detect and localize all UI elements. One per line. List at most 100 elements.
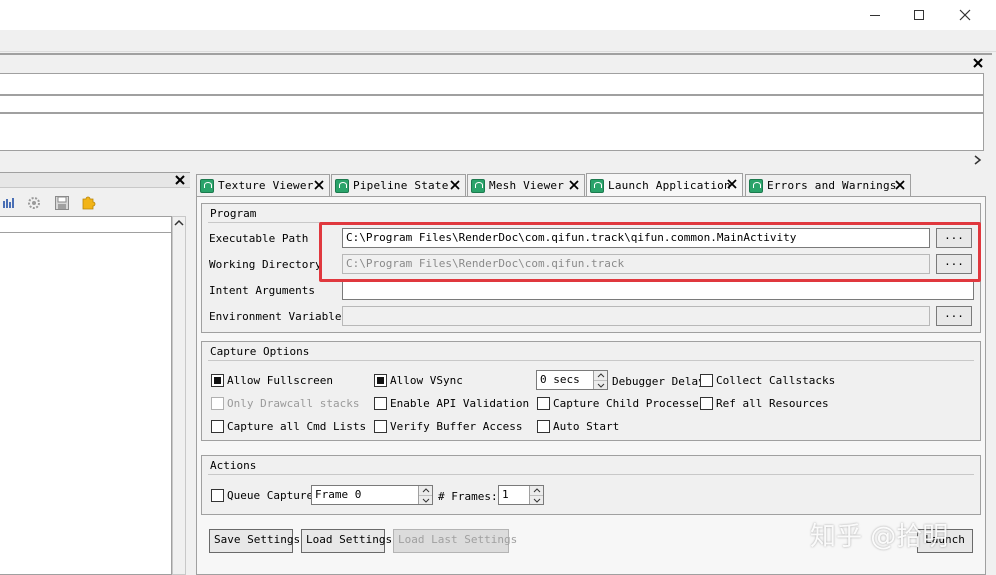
tab-launch-application[interactable]: Launch Application	[586, 173, 743, 197]
checkbox-label: Allow Fullscreen	[227, 374, 333, 387]
minimize-icon[interactable]	[852, 2, 898, 28]
checkbox-unchecked-icon	[211, 489, 224, 502]
checkbox-unchecked-icon	[700, 397, 713, 410]
settings-gear-icon[interactable]	[26, 195, 42, 211]
executable-browse-button[interactable]: ...	[936, 228, 972, 248]
spinner-value: 1	[502, 488, 509, 501]
group-divider	[208, 222, 974, 223]
checkbox-label: Capture Child Processes	[553, 397, 706, 410]
intent-arguments-input[interactable]	[342, 280, 974, 300]
panel-close-icon[interactable]	[174, 174, 186, 186]
bookmark-puzzle-icon[interactable]	[80, 194, 96, 210]
tab-label: Pipeline State	[353, 179, 449, 192]
event-list-header	[0, 217, 171, 233]
debugger-delay-spinner[interactable]: 0 secs	[536, 370, 608, 390]
queue-frame-spinner[interactable]: Frame 0	[311, 485, 433, 505]
environment-variables-browse-button[interactable]: ...	[936, 306, 972, 326]
collect-callstacks-checkbox[interactable]: Collect Callstacks	[700, 374, 835, 387]
group-divider	[208, 360, 974, 361]
tab-mesh-viewer[interactable]: Mesh Viewer	[467, 174, 585, 196]
checkbox-label: Collect Callstacks	[716, 374, 836, 387]
verify-buffer-access-checkbox[interactable]: Verify Buffer Access	[374, 420, 522, 433]
tab-texture-viewer[interactable]: Texture Viewer	[196, 174, 330, 196]
capture-all-cmd-lists-checkbox[interactable]: Capture all Cmd Lists	[211, 420, 366, 433]
watermark-text: 知乎 @拾明	[810, 522, 949, 552]
timeline-icon[interactable]	[2, 195, 16, 209]
checkbox-label: Ref all Resources	[716, 397, 829, 410]
allow-vsync-checkbox[interactable]: Allow VSync	[374, 374, 463, 387]
tab-label: Launch Application	[608, 179, 731, 192]
ref-all-resources-checkbox[interactable]: Ref all Resources	[700, 397, 829, 410]
tab-pipeline-state[interactable]: Pipeline State	[331, 174, 466, 196]
only-drawcall-stacks-checkbox: Only Drawcall stacks	[211, 397, 359, 410]
executable-path-label: Executable Path	[209, 232, 309, 245]
timeline-row	[0, 113, 984, 151]
group-title: Actions	[210, 459, 257, 472]
launch-application-icon	[590, 178, 604, 193]
program-group: Program Executable Path C:\Program Files…	[201, 203, 981, 333]
chevron-down-icon[interactable]	[419, 495, 432, 504]
chevron-up-icon[interactable]	[419, 486, 432, 495]
title-bar	[0, 0, 996, 30]
scroll-up-icon[interactable]	[174, 218, 184, 228]
checkbox-label: Only Drawcall stacks	[227, 397, 360, 410]
spinner-buttons[interactable]	[529, 486, 543, 504]
chevron-up-icon[interactable]	[594, 371, 607, 380]
tab-label: Mesh Viewer	[489, 179, 565, 192]
chevron-down-icon[interactable]	[594, 380, 607, 389]
tab-close-icon[interactable]	[449, 179, 461, 191]
chevron-up-icon[interactable]	[530, 486, 543, 495]
frames-count-spinner[interactable]: 1	[498, 485, 544, 505]
event-list[interactable]	[0, 216, 172, 575]
timeline-row	[0, 95, 984, 113]
capture-options-group: Capture Options Allow Fullscreen Only Dr…	[201, 341, 981, 441]
spinner-buttons[interactable]	[418, 486, 432, 504]
debugger-delay-label: Debugger Delay	[612, 375, 705, 388]
maximize-icon[interactable]	[896, 2, 942, 28]
checkbox-checked-icon	[374, 374, 387, 387]
working-directory-input[interactable]: C:\Program Files\RenderDoc\com.qifun.tra…	[342, 254, 930, 274]
checkbox-unchecked-icon	[211, 397, 224, 410]
tab-close-icon[interactable]	[726, 178, 738, 190]
environment-variables-label: Environment Variables	[209, 310, 349, 323]
errors-and-warnings-icon	[749, 178, 763, 193]
spinner-value: Frame 0	[315, 488, 362, 501]
spinner-buttons[interactable]	[593, 371, 607, 389]
queue-capture-checkbox[interactable]: Queue Capture	[211, 489, 313, 502]
allow-fullscreen-checkbox[interactable]: Allow Fullscreen	[211, 374, 333, 387]
tab-close-icon[interactable]	[313, 179, 325, 191]
checkbox-label: Queue Capture	[227, 489, 314, 502]
enable-api-validation-checkbox[interactable]: Enable API Validation	[374, 397, 529, 410]
executable-path-input[interactable]: C:\Program Files\RenderDoc\com.qifun.tra…	[342, 228, 930, 248]
save-settings-button[interactable]: Save Settings	[209, 529, 300, 553]
tab-close-icon[interactable]	[568, 179, 580, 191]
checkbox-label: Allow VSync	[390, 374, 463, 387]
tab-label: Texture Viewer	[218, 179, 314, 192]
checkbox-label: Verify Buffer Access	[390, 420, 523, 433]
working-directory-browse-button[interactable]: ...	[936, 254, 972, 274]
group-title: Program	[210, 207, 257, 220]
menu-bar	[0, 30, 996, 52]
checkbox-label: Capture all Cmd Lists	[227, 420, 367, 433]
checkbox-unchecked-icon	[211, 420, 224, 433]
close-icon[interactable]	[942, 2, 988, 28]
top-panel	[0, 53, 992, 167]
checkbox-label: Auto Start	[553, 420, 620, 433]
group-title: Capture Options	[210, 345, 310, 358]
load-settings-button[interactable]: Load Settings	[301, 529, 392, 553]
event-list-scrollbar[interactable]	[172, 216, 186, 575]
scroll-right-icon[interactable]	[972, 154, 984, 166]
texture-viewer-icon	[200, 178, 214, 193]
tab-close-icon[interactable]	[894, 179, 906, 191]
actions-group: Actions Queue Capture Frame 0 # Frames: …	[201, 455, 981, 515]
environment-variables-input	[342, 306, 930, 326]
tab-errors-and-warnings[interactable]: Errors and Warnings	[745, 174, 911, 196]
save-icon[interactable]	[54, 195, 70, 211]
capture-child-processes-checkbox[interactable]: Capture Child Processes	[537, 397, 705, 410]
chevron-down-icon[interactable]	[530, 495, 543, 504]
panel-close-icon[interactable]	[972, 57, 984, 69]
spinner-value: 0 secs	[540, 373, 580, 386]
auto-start-checkbox[interactable]: Auto Start	[537, 420, 619, 433]
pipeline-state-icon	[335, 178, 349, 193]
intent-arguments-label: Intent Arguments	[209, 284, 315, 297]
